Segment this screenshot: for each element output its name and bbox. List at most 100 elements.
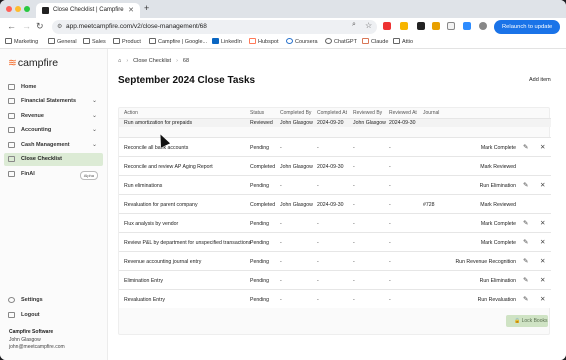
address-bar-row: ← → ↻ ⚙ app.meetcampfire.com/v2/close-ma… <box>0 18 566 36</box>
delete-icon[interactable]: ✕ <box>540 238 545 246</box>
extension-icon[interactable] <box>432 22 440 30</box>
row-reviewed-by: John Glasgow <box>353 120 386 126</box>
site-info-icon[interactable]: ⚙ <box>57 23 62 30</box>
sidebar-item-revenue[interactable]: Revenue ⌄ <box>4 110 103 123</box>
delete-icon[interactable]: ✕ <box>540 219 545 227</box>
minimize-window-icon[interactable] <box>15 6 21 12</box>
row-completed-by: - <box>280 145 282 151</box>
folder-icon <box>5 38 12 44</box>
row-completed-at: - <box>317 221 319 227</box>
row-action-button[interactable]: Mark Complete <box>481 240 516 246</box>
bookmark-product[interactable]: Product <box>113 38 141 45</box>
row-action-button[interactable]: Mark Reviewed <box>480 164 516 170</box>
sidebar-item-finai[interactable]: FinAI Alpha <box>4 168 103 181</box>
table-row: Revaluation for parent company Completed J… <box>119 194 551 213</box>
row-completed-by: - <box>280 259 282 265</box>
row-action-button[interactable]: Run Revenue Recognition <box>455 259 516 265</box>
column-header: Reviewed By <box>353 110 383 116</box>
new-tab-icon[interactable]: + <box>144 3 149 13</box>
row-status: Completed <box>250 164 276 170</box>
row-completed-by: - <box>280 278 282 284</box>
breadcrumb-close-checklist[interactable]: Close Checklist <box>133 58 171 64</box>
edit-icon[interactable]: ✎ <box>523 219 528 227</box>
table-row: Reconcile and review AP Aging Report Comp… <box>119 156 551 175</box>
bookmark-attio[interactable]: Attio <box>393 38 413 45</box>
sidebar-item-accounting[interactable]: Accounting ⌄ <box>4 124 103 137</box>
bookmark-claude[interactable]: Claude <box>362 38 388 45</box>
bookmark-star-icon[interactable]: ☆ <box>365 21 372 30</box>
bookmark-coursera[interactable]: Coursera <box>286 38 318 45</box>
row-reviewed-at: - <box>389 297 391 303</box>
delete-icon[interactable]: ✕ <box>540 295 545 303</box>
extensions-puzzle-icon[interactable] <box>447 22 455 30</box>
row-journal[interactable]: #728 <box>423 202 435 208</box>
chevron-down-icon: ⌄ <box>91 113 97 119</box>
main-content: ⌂ › Close Checklist › 68 September 2024 Clos… <box>108 49 566 360</box>
linkedin-icon <box>212 38 219 44</box>
row-action-button[interactable]: Mark Complete <box>481 221 516 227</box>
campfire-logo[interactable]: ≋campfire <box>8 57 58 69</box>
bookmark-general[interactable]: General <box>48 38 77 45</box>
row-completed-at: - <box>317 240 319 246</box>
lock-books-button[interactable]: 🔒 Lock Books <box>506 315 548 327</box>
maximize-window-icon[interactable] <box>24 6 30 12</box>
delete-icon[interactable]: ✕ <box>540 276 545 284</box>
sidebar-item-financial-statements[interactable]: Financial Statements ⌄ <box>4 95 103 108</box>
delete-icon[interactable]: ✕ <box>540 257 545 265</box>
extension-icon[interactable] <box>417 22 425 30</box>
back-icon[interactable]: ← <box>7 21 16 31</box>
edit-icon[interactable]: ✎ <box>523 238 528 246</box>
account-avatar-icon[interactable] <box>479 22 487 30</box>
row-completed-at: 2024-09-30 <box>317 164 344 170</box>
sidebar-item-settings[interactable]: Settings <box>4 294 103 307</box>
table-row: Elimination Entry Pending - - - - Run Eliminat… <box>119 270 551 289</box>
sidebar-item-close-checklist[interactable]: Close Checklist <box>4 153 103 166</box>
sidebar-item-home[interactable]: Home <box>4 81 103 94</box>
bookmark-sales[interactable]: Sales <box>83 38 106 45</box>
extension-icon[interactable] <box>383 22 391 30</box>
edit-icon[interactable]: ✎ <box>523 276 528 284</box>
tab-title: Close Checklist | Campfire <box>53 7 124 13</box>
row-action-button[interactable]: Run Revaluation <box>478 297 516 303</box>
campfire-favicon-icon <box>42 7 49 14</box>
zoom-icon[interactable]: ⌕ <box>352 21 356 29</box>
delete-icon[interactable]: ✕ <box>540 181 545 189</box>
claude-icon <box>362 38 369 44</box>
edit-icon[interactable]: ✎ <box>523 257 528 265</box>
row-action-button[interactable]: Run Elimination <box>480 278 516 284</box>
relaunch-button[interactable]: Relaunch to update <box>494 20 560 34</box>
row-action-button[interactable]: Run Elimination <box>480 183 516 189</box>
bookmark-hubspot[interactable]: Hubspot <box>249 38 279 45</box>
sidebar-item-cash-management[interactable]: Cash Management ⌄ <box>4 139 103 152</box>
bookmark-marketing[interactable]: Marketing <box>5 38 38 45</box>
delete-icon[interactable]: ✕ <box>540 143 545 151</box>
row-action: Revaluation Entry <box>124 297 165 303</box>
row-action-button[interactable]: Mark Complete <box>481 145 516 151</box>
sidebar-item-logout[interactable]: Logout <box>4 309 103 322</box>
browser-tab[interactable]: Close Checklist | Campfire ✕ <box>36 3 140 18</box>
edit-icon[interactable]: ✎ <box>523 295 528 303</box>
row-action-button[interactable]: Mark Reviewed <box>480 202 516 208</box>
bookmark-campfire-google[interactable]: Campfire | Google... <box>149 38 207 45</box>
row-action: Run amortization for prepaids <box>124 120 193 126</box>
bookmark-chatgpt[interactable]: ChatGPT <box>325 38 357 45</box>
table-header: Action Status Completed By Completed At … <box>119 108 551 118</box>
extension-icon[interactable] <box>400 22 408 30</box>
row-status: Pending <box>250 297 270 303</box>
close-tab-icon[interactable]: ✕ <box>128 6 134 14</box>
row-reviewed-by: - <box>353 278 355 284</box>
close-window-icon[interactable] <box>6 6 12 12</box>
row-completed-at: 2024-09-20 <box>317 120 344 126</box>
forward-icon[interactable]: → <box>22 21 31 31</box>
table-row: Review P&L by department for unspecified… <box>119 232 551 251</box>
reload-icon[interactable]: ↻ <box>36 21 44 32</box>
row-completed-by: John Glasgow <box>280 120 313 126</box>
url-field[interactable]: ⚙ app.meetcampfire.com/v2/close-manageme… <box>52 20 377 34</box>
edit-icon[interactable]: ✎ <box>523 181 528 189</box>
bookmark-linkedin[interactable]: LinkedIn <box>212 38 242 45</box>
profile-icon[interactable] <box>463 22 471 30</box>
home-icon[interactable]: ⌂ <box>118 58 121 64</box>
add-item-button[interactable]: Add item <box>529 77 551 83</box>
hubspot-icon <box>249 38 256 44</box>
edit-icon[interactable]: ✎ <box>523 143 528 151</box>
